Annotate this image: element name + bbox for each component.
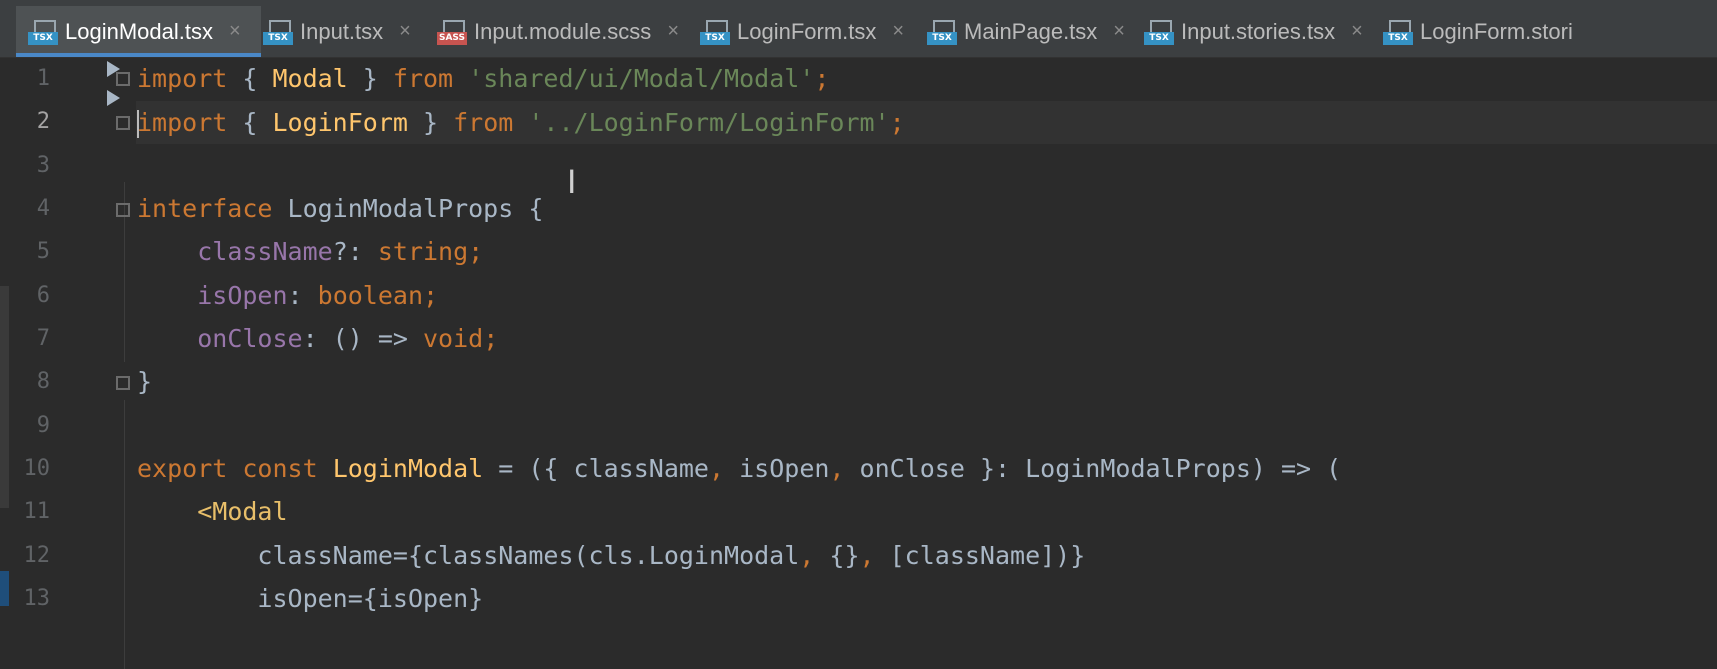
line-number: 2 xyxy=(36,109,50,134)
code-token: } xyxy=(407,108,454,137)
tab-loginmodal-tsx[interactable]: TSX LoginModal.tsx × xyxy=(16,6,261,57)
tab-label: MainPage.tsx xyxy=(964,18,1098,44)
line-number: 3 xyxy=(36,153,50,178)
tab-label: LoginForm.tsx xyxy=(737,18,877,44)
fold-marker-icon[interactable] xyxy=(116,376,130,390)
code-line[interactable]: } xyxy=(137,360,152,403)
editor-tab-bar: TSX LoginModal.tsx × TSX Input.tsx × SAS… xyxy=(0,0,1717,58)
code-line[interactable]: export const LoginModal = ({ className, … xyxy=(137,447,1341,490)
tab-label: Input.module.scss xyxy=(474,18,652,44)
string-token: '../LoginForm/LoginForm' xyxy=(528,108,890,137)
type-token: string xyxy=(377,237,469,266)
close-tab-icon[interactable]: × xyxy=(229,20,241,43)
code-line[interactable]: className={classNames(cls.LoginModal, {}… xyxy=(137,534,1085,577)
code-token: } xyxy=(347,64,393,93)
keyword-token: import xyxy=(137,64,228,93)
code-line[interactable]: className?: string; xyxy=(137,230,483,273)
type-token: void xyxy=(423,324,484,353)
code-line[interactable]: import { LoginForm } from '../LoginForm/… xyxy=(137,101,905,144)
code-token: { xyxy=(227,108,273,137)
identifier-token: LoginForm xyxy=(272,108,408,137)
jsx-attribute-token: isOpen xyxy=(257,584,348,613)
ibeam-cursor-icon: I xyxy=(567,163,577,201)
tsx-file-icon: TSX xyxy=(1383,19,1413,45)
fold-marker-icon[interactable] xyxy=(116,72,130,86)
keyword-token: from xyxy=(392,64,454,93)
tab-mainpage-tsx[interactable]: TSX MainPage.tsx × xyxy=(927,6,1127,57)
tsx-file-icon: TSX xyxy=(700,19,730,45)
tab-label: Input.stories.tsx xyxy=(1181,18,1336,44)
line-number: 10 xyxy=(23,456,51,481)
code-line[interactable]: interface LoginModalProps { xyxy=(137,187,543,230)
close-tab-icon[interactable]: × xyxy=(1351,20,1363,43)
tsx-file-icon: TSX xyxy=(263,19,293,45)
keyword-token: import xyxy=(137,108,228,137)
line-number: 1 xyxy=(36,66,50,91)
function-name-token: LoginModal xyxy=(332,454,484,483)
jsx-tag-token: <Modal xyxy=(197,497,288,526)
close-tab-icon[interactable]: × xyxy=(1113,20,1125,43)
code-line[interactable]: import { Modal } from 'shared/ui/Modal/M… xyxy=(137,57,829,100)
identifier-token: Modal xyxy=(272,64,348,93)
tsx-file-icon: TSX xyxy=(1144,19,1174,45)
property-token: isOpen xyxy=(197,281,288,310)
line-number: 8 xyxy=(36,369,50,394)
line-number: 13 xyxy=(23,586,51,611)
keyword-token: export xyxy=(137,454,228,483)
fold-marker-icon[interactable] xyxy=(116,116,130,130)
line-number: 12 xyxy=(23,543,51,568)
semicolon-token: ; xyxy=(889,108,905,137)
close-tab-icon[interactable]: × xyxy=(667,20,679,43)
type-token: boolean xyxy=(317,281,423,310)
property-token: onClose xyxy=(197,324,303,353)
tab-label: LoginModal.tsx xyxy=(65,18,213,44)
fold-marker-icon[interactable] xyxy=(116,203,130,217)
tab-loginform-stories[interactable]: TSX LoginForm.stori xyxy=(1383,6,1717,57)
indent-guide xyxy=(124,400,125,669)
breakpoint-arrow-icon[interactable] xyxy=(107,90,120,106)
line-number: 7 xyxy=(36,326,50,351)
code-line[interactable]: <Modal xyxy=(137,490,288,533)
tsx-file-icon: TSX xyxy=(28,19,58,45)
code-token: { xyxy=(227,64,273,93)
sass-file-icon: SASS xyxy=(437,19,467,45)
tab-input-tsx[interactable]: TSX Input.tsx × xyxy=(263,6,433,57)
jsx-attribute-token: className xyxy=(257,541,393,570)
line-number: 6 xyxy=(36,283,50,308)
text-caret xyxy=(137,110,139,138)
tab-label: LoginForm.stori xyxy=(1420,18,1573,44)
tab-input-module-scss[interactable]: SASS Input.module.scss × xyxy=(437,6,682,57)
keyword-token: const xyxy=(242,454,318,483)
property-token: className xyxy=(197,237,333,266)
code-token: LoginModalProps { xyxy=(272,194,544,223)
line-number-gutter xyxy=(0,58,136,669)
line-number: 4 xyxy=(36,196,50,221)
tab-loginform-tsx[interactable]: TSX LoginForm.tsx × xyxy=(700,6,910,57)
line-number: 9 xyxy=(36,413,50,438)
line-number: 11 xyxy=(23,499,51,524)
code-line[interactable]: isOpen={isOpen} xyxy=(137,577,483,620)
code-line[interactable]: onClose: () => void; xyxy=(137,317,498,360)
line-number: 5 xyxy=(36,239,50,264)
close-tab-icon[interactable]: × xyxy=(892,20,904,43)
tab-label: Input.tsx xyxy=(300,18,384,44)
string-token: 'shared/ui/Modal/Modal' xyxy=(468,64,815,93)
tab-input-stories-tsx[interactable]: TSX Input.stories.tsx × xyxy=(1144,6,1369,57)
keyword-token: interface xyxy=(137,194,273,223)
semicolon-token: ; xyxy=(814,64,830,93)
keyword-token: from xyxy=(453,108,514,137)
close-tab-icon[interactable]: × xyxy=(399,20,411,43)
code-line[interactable]: isOpen: boolean; xyxy=(137,274,438,317)
tsx-file-icon: TSX xyxy=(927,19,957,45)
